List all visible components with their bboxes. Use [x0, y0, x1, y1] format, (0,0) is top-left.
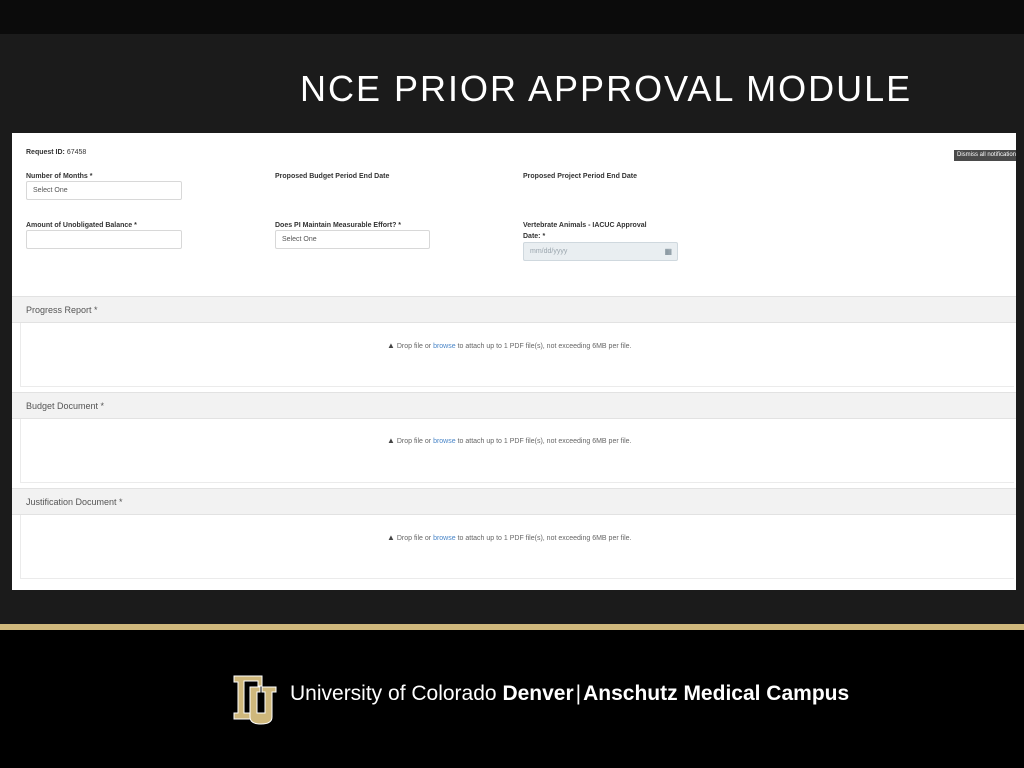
- university-wordmark: University of Colorado Denver|Anschutz M…: [290, 682, 849, 706]
- upload-icon: ▲: [387, 436, 395, 445]
- form-screenshot: Request ID: 67458 Dismiss all notificati…: [12, 133, 1016, 590]
- unobligated-balance-label: Amount of Unobligated Balance *: [26, 222, 137, 229]
- wordmark-separator: |: [575, 682, 582, 705]
- justification-document-header: Justification Document *: [12, 488, 1016, 515]
- proposed-project-end-label: Proposed Project Period End Date: [523, 173, 637, 180]
- iacuc-date-placeholder: mm/dd/yyyy: [530, 248, 568, 255]
- budget-document-dropzone[interactable]: ▲ Drop file or browse to attach up to 1 …: [20, 419, 1014, 483]
- dropzone-post: to attach up to 1 PDF file(s), not excee…: [455, 438, 632, 445]
- number-of-months-select[interactable]: Select One: [26, 181, 182, 200]
- budget-document-header: Budget Document *: [12, 392, 1016, 419]
- pi-effort-label: Does PI Maintain Measurable Effort? *: [275, 222, 402, 229]
- campus-anschutz: Anschutz Medical Campus: [583, 682, 850, 705]
- dropzone-pre: Drop file or: [396, 438, 434, 445]
- cu-logo-icon: [233, 675, 277, 725]
- iacuc-label-line1: Vertebrate Animals - IACUC Approval: [523, 222, 647, 229]
- progress-report-header: Progress Report *: [12, 296, 1016, 323]
- calendar-icon[interactable]: ▦: [664, 247, 672, 256]
- request-id-value: 67458: [66, 149, 87, 156]
- slide-title: NCE PRIOR APPROVAL MODULE: [300, 68, 913, 109]
- upload-icon: ▲: [387, 533, 395, 542]
- justification-document-dropzone[interactable]: ▲ Drop file or browse to attach up to 1 …: [20, 515, 1014, 579]
- dropzone-text: ▲ Drop file or browse to attach up to 1 …: [387, 436, 632, 445]
- iacuc-label-line2: Date: *: [523, 233, 546, 240]
- dropzone-post: to attach up to 1 PDF file(s), not excee…: [455, 535, 632, 542]
- dropzone-text: ▲ Drop file or browse to attach up to 1 …: [387, 341, 632, 350]
- dropzone-pre: Drop file or: [396, 343, 434, 350]
- unobligated-balance-input[interactable]: [26, 230, 182, 249]
- iacuc-date-input[interactable]: mm/dd/yyyy ▦: [523, 242, 678, 261]
- proposed-budget-end-label: Proposed Budget Period End Date: [275, 173, 390, 180]
- number-of-months-label: Number of Months *: [26, 173, 93, 180]
- request-id-label: Request ID:: [26, 149, 65, 156]
- pi-effort-select[interactable]: Select One: [275, 230, 430, 249]
- browse-link[interactable]: browse: [433, 438, 456, 445]
- dropzone-pre: Drop file or: [396, 535, 434, 542]
- dropzone-post: to attach up to 1 PDF file(s), not excee…: [455, 343, 632, 350]
- upload-icon: ▲: [387, 341, 395, 350]
- browse-link[interactable]: browse: [433, 535, 456, 542]
- dropzone-text: ▲ Drop file or browse to attach up to 1 …: [387, 533, 632, 542]
- dismiss-notifications-button[interactable]: Dismiss all notifications: [954, 150, 1016, 161]
- progress-report-dropzone[interactable]: ▲ Drop file or browse to attach up to 1 …: [20, 323, 1014, 387]
- university-name: University of Colorado: [290, 682, 497, 705]
- request-id: Request ID: 67458: [26, 149, 86, 156]
- top-bar: [0, 0, 1024, 34]
- browse-link[interactable]: browse: [433, 343, 456, 350]
- campus-denver: Denver: [502, 682, 574, 705]
